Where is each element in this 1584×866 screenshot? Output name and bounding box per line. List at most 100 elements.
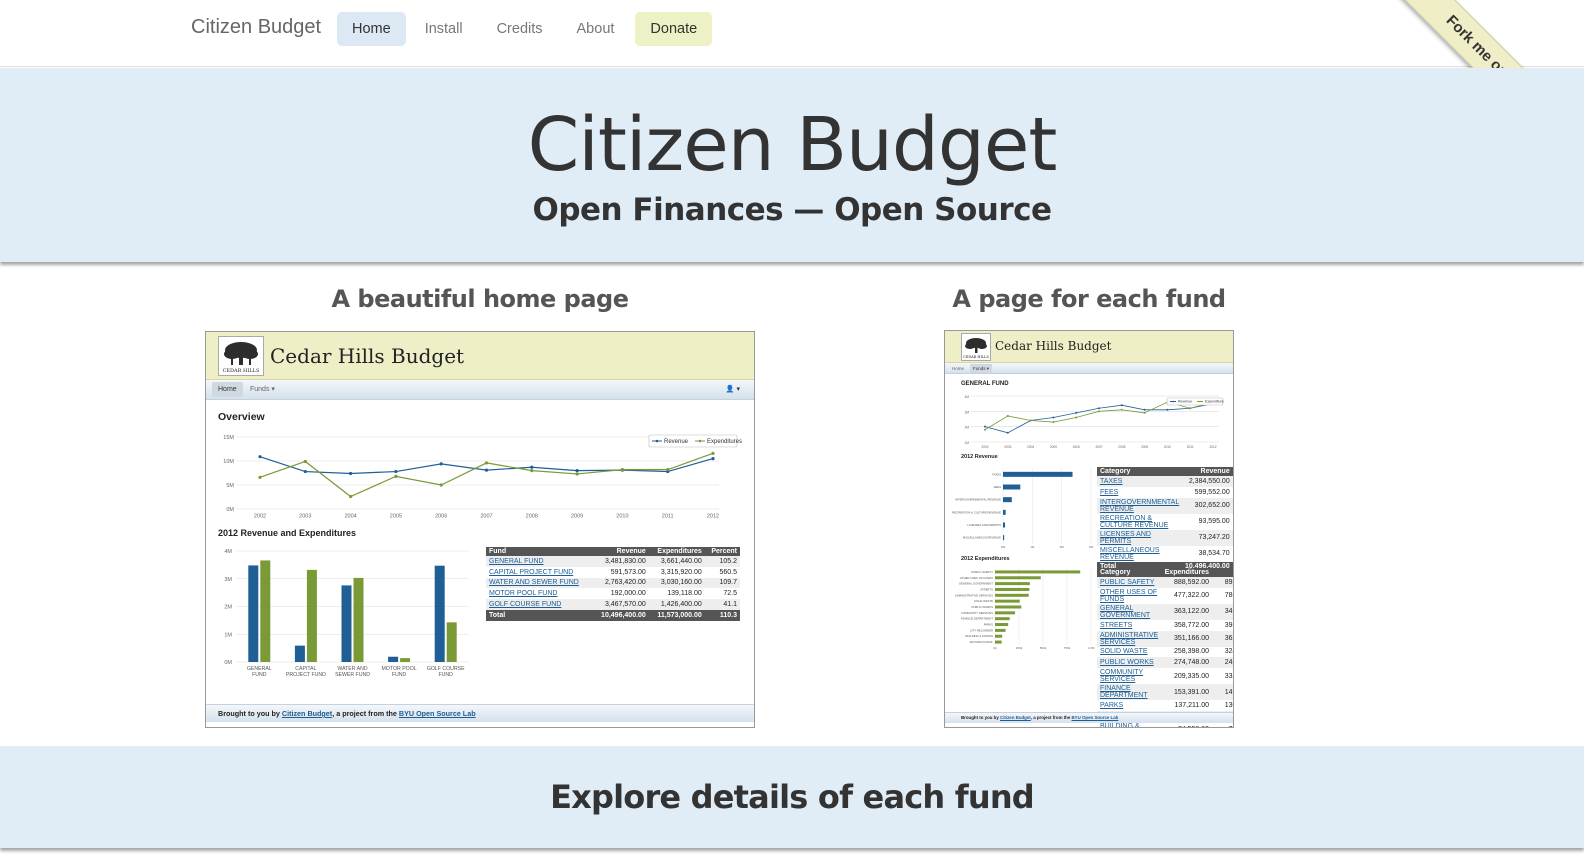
category-label: ADMINISTRATIVE SERVICES bbox=[955, 593, 993, 597]
data-point bbox=[1006, 414, 1009, 417]
category-label: COMMUNITY SERVICES bbox=[961, 611, 993, 615]
fund-link[interactable]: RECREATION & CULTURE REVENUE bbox=[1100, 515, 1168, 529]
fund-link[interactable]: PUBLIC SAFETY bbox=[1100, 579, 1154, 586]
site-nav-funds[interactable]: Funds ▾ bbox=[250, 382, 275, 397]
fund-link[interactable]: STREETS bbox=[1100, 622, 1132, 629]
fund-link[interactable]: TAXES bbox=[1100, 478, 1122, 485]
legend-marker bbox=[1199, 400, 1201, 403]
fund-link[interactable]: SOLID WASTE bbox=[1100, 648, 1148, 655]
data-point bbox=[1006, 431, 1009, 434]
data-point bbox=[1189, 407, 1192, 410]
table-cell: 893,750.00 bbox=[1212, 577, 1233, 588]
hero-section: Citizen Budget Open Finances — Open Sour… bbox=[0, 68, 1584, 262]
fund-link[interactable]: FEES bbox=[1100, 489, 1118, 496]
site-nav-user[interactable]: 👤 ▾ bbox=[726, 382, 740, 397]
site-nav-home[interactable]: Home bbox=[212, 382, 243, 397]
brand-link[interactable]: Citizen Budget bbox=[191, 16, 321, 39]
table-cell: 332,000.00 bbox=[1224, 672, 1233, 680]
fund-link[interactable]: FINANCE DEPARTMENT bbox=[1100, 685, 1148, 699]
fund-link[interactable]: GENERAL FUND bbox=[489, 558, 544, 565]
category-label: CITY RECORDER bbox=[970, 628, 993, 632]
fund-link[interactable]: CAPITAL PROJECT FUND bbox=[489, 569, 573, 576]
fund-link[interactable]: PUBLIC WORKS bbox=[1100, 659, 1154, 666]
table-cell: 95,000.00 bbox=[1232, 529, 1233, 546]
table-cell: 105.2 bbox=[704, 556, 740, 567]
fund-link[interactable]: PARKS bbox=[1100, 702, 1123, 709]
fund-revenue-table: CategoryRevenueBudgetPercentageTAXES2,38… bbox=[1097, 467, 1234, 573]
table-cell: LICENSES AND PERMITS bbox=[1097, 529, 1182, 546]
table-cell: 583,000.00 bbox=[1233, 487, 1234, 498]
table-row: COMMUNITY SERVICES209,335.00332,000.0063… bbox=[1097, 668, 1233, 684]
fund-link[interactable]: COMMUNITY SERVICES bbox=[1100, 669, 1143, 683]
x-tick-label: 2011 bbox=[662, 514, 674, 519]
table-cell: FINANCE DEPARTMENT bbox=[1097, 684, 1162, 701]
table-header: Budget bbox=[1212, 568, 1233, 577]
y-tick-label: 3M bbox=[965, 410, 970, 414]
table-header: Percent bbox=[704, 547, 740, 556]
table-row: ADMINISTRATIVE SERVICES351,166.00362,800… bbox=[1097, 630, 1233, 647]
category-label: OTHER USES OF FUNDS bbox=[960, 576, 993, 580]
fund-link[interactable]: GOLF COURSE FUND bbox=[489, 601, 561, 608]
fund-link[interactable]: MOTOR POOL FUND bbox=[489, 590, 557, 597]
table-cell: 888,592.00 bbox=[1161, 577, 1212, 588]
table-row: STREETS358,772.00393,000.0091.3 bbox=[1097, 620, 1233, 631]
fund-link[interactable]: LICENSES AND PERMITS bbox=[1100, 531, 1151, 545]
nav-home[interactable]: Home bbox=[337, 12, 406, 46]
category-label: PUBLIC SAFETY bbox=[971, 570, 993, 574]
footer-citizen-budget-link[interactable]: Citizen Budget bbox=[282, 709, 332, 718]
table-cell: 192,000.00 bbox=[610, 590, 646, 598]
fund-site-nav-funds[interactable]: Funds ▾ bbox=[970, 364, 993, 373]
data-point bbox=[620, 468, 624, 472]
data-point bbox=[1143, 411, 1146, 414]
fund-link[interactable]: BUILDING & ZONING bbox=[1100, 723, 1140, 727]
fund-expenditure-table: CategoryExpendituresBudgetPercentagePUBL… bbox=[1097, 568, 1233, 727]
x-tick-label: 3M bbox=[1089, 545, 1094, 549]
y-tick-label: 2M bbox=[965, 426, 970, 430]
fund-link[interactable]: OTHER USES OF FUNDS bbox=[1100, 589, 1157, 603]
footer-byu-link[interactable]: BYU Open Source Lab bbox=[399, 709, 476, 718]
fund-link[interactable]: GENERAL GOVERNMENT bbox=[1100, 605, 1150, 619]
data-point bbox=[1120, 404, 1123, 407]
table-cell: 41.1 bbox=[704, 599, 740, 610]
nav-credits[interactable]: Credits bbox=[482, 12, 558, 46]
x-tick-label: 2005 bbox=[1050, 445, 1057, 449]
table-row: PUBLIC WORKS274,748.00243,800.0090.1 bbox=[1097, 657, 1233, 669]
fund-link[interactable]: ADMINISTRATIVE SERVICES bbox=[1100, 632, 1158, 646]
data-point bbox=[394, 469, 398, 474]
hbar bbox=[995, 593, 1029, 597]
fund-tree-logo-icon: CEDAR HILLS bbox=[963, 338, 989, 359]
fund-link[interactable]: WATER AND SEWER FUND bbox=[489, 579, 579, 586]
nav-about[interactable]: About bbox=[562, 12, 630, 46]
hbar bbox=[995, 599, 1020, 603]
legend-marker bbox=[1172, 400, 1174, 403]
footer-middle: , a project from the bbox=[332, 709, 399, 718]
table-cell: 3,661,440.00 bbox=[648, 556, 705, 567]
fund-footer-byu-link[interactable]: BYU Open Source Lab bbox=[1072, 715, 1119, 720]
fund-revenue-title: 2012 Revenue bbox=[961, 454, 998, 460]
hbar bbox=[995, 582, 1030, 586]
x-tick-label: 2012 bbox=[707, 514, 719, 519]
table-header: Category bbox=[1097, 467, 1182, 476]
fund-expenditure-title: 2012 Expenditures bbox=[961, 556, 1010, 562]
nav-donate[interactable]: Donate bbox=[635, 12, 713, 46]
table-cell: 137,211.00 bbox=[1174, 702, 1209, 710]
data-point bbox=[1052, 416, 1055, 419]
fund-link[interactable]: INTERGOVERNMENTAL REVENUE bbox=[1100, 499, 1179, 513]
x-tick-label: 2004 bbox=[344, 514, 356, 519]
fund-site-nav-home[interactable]: Home bbox=[952, 364, 964, 373]
legend-label: Revenue bbox=[1178, 400, 1192, 404]
table-header: Category bbox=[1097, 568, 1162, 577]
table-row: OTHER USES OF FUNDS477,322.00786,400.006… bbox=[1097, 588, 1233, 604]
fund-footer-citizen-budget-link[interactable]: Citizen Budget bbox=[1000, 715, 1031, 720]
site-subnav: Home Funds ▾ 👤 ▾ bbox=[206, 380, 754, 400]
table-cell: 93,595.00 bbox=[1198, 518, 1230, 526]
data-point bbox=[1029, 419, 1032, 422]
y-tick-label: 0M bbox=[226, 507, 234, 513]
fund-link[interactable]: MISCELLANEOUS REVENUE bbox=[1100, 547, 1160, 561]
table-row: GENERAL FUND 3,481,830.00 3,661,440.00 105.… bbox=[486, 556, 740, 567]
nav-install[interactable]: Install bbox=[410, 12, 478, 46]
top-navbar: Citizen Budget Home Install Credits Abou… bbox=[0, 0, 1584, 67]
category-label: SEWER FUND bbox=[335, 672, 370, 678]
data-point bbox=[349, 471, 353, 476]
table-cell: 10,496,400.00 bbox=[592, 609, 649, 621]
